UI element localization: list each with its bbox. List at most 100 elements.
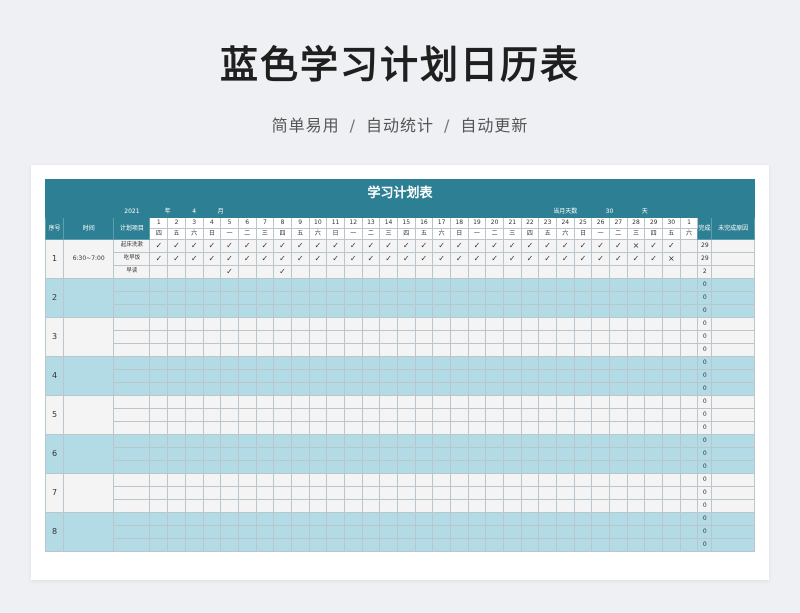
done-count-cell: 0 xyxy=(697,486,713,500)
weekday-header: 一 xyxy=(220,228,239,240)
mark-cell xyxy=(485,486,504,500)
table-row: 早读 ✓ ✓ 2 xyxy=(46,265,755,279)
mark-cell xyxy=(467,291,487,305)
mark-cell xyxy=(149,512,169,526)
done-count-cell: 0 xyxy=(697,421,713,435)
mark-cell: ✓ xyxy=(167,239,186,253)
mark-cell xyxy=(414,317,434,331)
mark-cell xyxy=(326,304,345,318)
mark-cell xyxy=(449,499,469,513)
mark-cell: ✓ xyxy=(326,239,345,253)
mark-cell xyxy=(591,447,610,461)
mark-cell xyxy=(467,512,487,526)
mark-cell xyxy=(184,512,204,526)
mark-cell xyxy=(626,486,646,500)
header-row-days: 序号 时间 计划项目 1 2 3 4 5 6 7 8 9 10 11 12 13 14 15 16 17 18 19 20 2… xyxy=(44,217,755,240)
mark-cell xyxy=(626,395,646,409)
mark-cell xyxy=(538,356,557,370)
seq-cell: 2 xyxy=(44,278,65,318)
mark-cell xyxy=(308,278,328,292)
mark-cell xyxy=(432,473,451,487)
mark-cell xyxy=(414,447,434,461)
mark-cell xyxy=(202,356,222,370)
mark-cell xyxy=(573,447,593,461)
mark-cell xyxy=(308,512,328,526)
mark-cell xyxy=(432,447,451,461)
mark-cell xyxy=(237,278,257,292)
mark-cell xyxy=(591,382,610,396)
mark-cell xyxy=(184,278,204,292)
mark-cell xyxy=(396,356,416,370)
mark-cell xyxy=(644,395,663,409)
reason-cell xyxy=(711,239,755,253)
mark-cell xyxy=(573,265,593,279)
mark-cell xyxy=(520,512,540,526)
mark-cell xyxy=(308,330,328,344)
mark-cell xyxy=(538,447,557,461)
mark-cell xyxy=(290,421,310,435)
mark-cell: ✓ xyxy=(273,252,292,266)
mark-cell xyxy=(202,460,222,474)
mark-cell xyxy=(184,317,204,331)
mark-cell xyxy=(467,395,487,409)
mark-cell xyxy=(290,434,310,448)
mark-cell: ✓ xyxy=(326,252,345,266)
mark-cell xyxy=(555,512,575,526)
mark-cell xyxy=(414,369,434,383)
mark-cell: ✓ xyxy=(485,239,504,253)
mark-cell xyxy=(414,291,434,305)
mark-cell xyxy=(591,499,610,513)
mark-cell xyxy=(149,434,169,448)
mark-cell xyxy=(379,408,398,422)
mark-cell xyxy=(520,395,540,409)
weekday-header: 五 xyxy=(661,228,681,240)
mark-cell xyxy=(502,395,522,409)
mark-cell xyxy=(343,447,363,461)
mark-cell xyxy=(255,434,275,448)
mark-cell xyxy=(414,343,434,357)
weekday-header: 一 xyxy=(591,228,610,240)
mark-cell xyxy=(255,408,275,422)
mark-cell xyxy=(220,395,239,409)
mark-cell xyxy=(573,291,593,305)
mark-cell xyxy=(538,382,557,396)
mark-cell xyxy=(432,460,451,474)
mark-cell xyxy=(591,395,610,409)
mark-cell xyxy=(149,382,169,396)
mark-cell xyxy=(326,421,345,435)
mark-cell xyxy=(220,343,239,357)
mark-cell xyxy=(379,395,398,409)
mark-cell xyxy=(555,499,575,513)
mark-cell xyxy=(573,512,593,526)
mark-cell xyxy=(485,278,504,292)
weekday-header: 三 xyxy=(502,228,522,240)
mark-cell xyxy=(432,499,451,513)
mark-cell xyxy=(502,330,522,344)
weekday-header: 日 xyxy=(202,228,222,240)
table-row: 0 xyxy=(46,460,755,474)
mark-cell xyxy=(167,525,186,539)
mark-cell xyxy=(414,356,434,370)
mark-cell xyxy=(237,499,257,513)
mark-cell xyxy=(273,447,292,461)
mark-cell xyxy=(538,330,557,344)
reason-cell xyxy=(711,330,755,344)
mark-cell xyxy=(379,525,398,539)
mark-cell xyxy=(326,512,345,526)
mark-cell xyxy=(237,447,257,461)
mark-cell xyxy=(237,538,257,552)
mark-cell xyxy=(661,369,681,383)
mark-cell xyxy=(396,434,416,448)
mark-cell xyxy=(449,382,469,396)
mark-cell: ✓ xyxy=(290,239,310,253)
mark-cell xyxy=(432,395,451,409)
mark-cell xyxy=(661,499,681,513)
mark-cell xyxy=(396,525,416,539)
mark-cell: ✓ xyxy=(555,252,575,266)
mark-cell xyxy=(432,304,451,318)
mark-cell xyxy=(573,460,593,474)
day-header: 8 xyxy=(273,217,292,229)
seq-cell: 3 xyxy=(44,317,65,357)
done-count-cell: 0 xyxy=(697,278,713,292)
weekday-header: 二 xyxy=(485,228,504,240)
